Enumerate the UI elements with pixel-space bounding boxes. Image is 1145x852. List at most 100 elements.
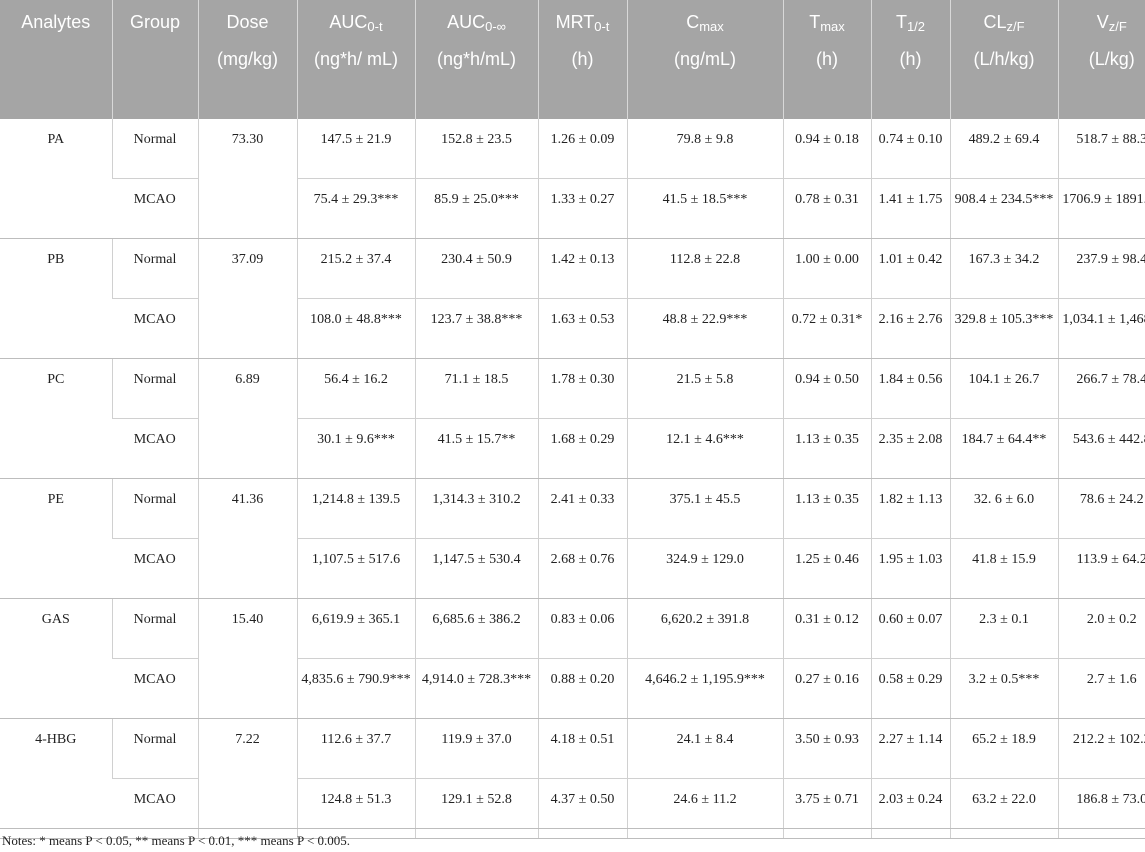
column-header-main: Analytes xyxy=(21,12,91,32)
column-header-main: AUC xyxy=(447,12,486,32)
column-header: Analytes xyxy=(0,0,112,119)
table-header-row: Analytes Group Dose (mg/kg) AUC 0-t (ng*h/ mL)… xyxy=(0,0,1145,119)
value-cell: 1.26 ± 0.09 xyxy=(537,119,627,179)
column-header-unit: (h) xyxy=(571,49,594,69)
value-cell: 75.4 ± 29.3*** xyxy=(296,178,415,239)
value-cell: 0.72 ± 0.31* xyxy=(782,298,871,359)
table-row: PB Normal 37.09 215.2 ± 37.4 230.4 ± 50.9 1.4… xyxy=(0,238,1145,359)
table-bottom-rule xyxy=(0,828,1145,829)
value-cell: 1.68 ± 0.29 xyxy=(537,418,627,479)
column-header-subscript: 0-t xyxy=(594,19,610,34)
value-cell: 4,646.2 ± 1,195.9*** xyxy=(626,658,783,719)
value-cell: 0.60 ± 0.07 xyxy=(870,598,950,659)
table-row: MCAO 124.8 ± 51.3 129.1 ± 52.8 4.37 ± 0.50 2… xyxy=(0,778,1145,839)
group-cell: Normal xyxy=(111,478,198,539)
group-cell: Normal xyxy=(111,718,198,779)
value-cell: 2.27 ± 1.14 xyxy=(870,718,950,779)
value-cell: 1.63 ± 0.53 xyxy=(537,298,627,359)
group-cell: MCAO xyxy=(112,178,198,239)
value-cell: 1.41 ± 1.75 xyxy=(870,178,950,239)
value-cell: 186.8 ± 73.0 xyxy=(1057,778,1145,839)
value-cell: 1.82 ± 1.13 xyxy=(870,478,950,539)
column-header: T1/2 (h) xyxy=(870,0,950,119)
value-cell: 3.2 ± 0.5*** xyxy=(949,658,1058,719)
value-cell: 104.1 ± 26.7 xyxy=(949,358,1058,419)
dose-cell: 37.09 xyxy=(197,238,297,359)
column-header: Group xyxy=(111,0,198,119)
dose-cell: 73.30 xyxy=(197,119,297,239)
value-cell: 71.1 ± 18.5 xyxy=(414,358,538,419)
value-cell: 4.37 ± 0.50 xyxy=(537,778,627,839)
value-cell: 30.1 ± 9.6*** xyxy=(296,418,415,479)
value-cell: 4.18 ± 0.51 xyxy=(537,718,627,779)
value-cell: 543.6 ± 442.8 xyxy=(1057,418,1145,479)
value-cell: 1,034.1 ± 1,468.2 xyxy=(1057,298,1145,359)
column-header-label: T1/2 xyxy=(876,11,946,39)
value-cell: 1.01 ± 0.42 xyxy=(870,238,950,299)
value-cell: 2.16 ± 2.76 xyxy=(870,298,950,359)
column-header-main: Group xyxy=(129,12,181,32)
value-cell: 1.84 ± 0.56 xyxy=(870,358,950,419)
value-cell: 215.2 ± 37.4 xyxy=(296,238,415,299)
analyte-name-cell: PE xyxy=(0,478,112,599)
dose-cell: 6.89 xyxy=(197,358,297,479)
group-cell: MCAO xyxy=(112,658,198,719)
value-cell: 1,147.5 ± 530.4 xyxy=(414,538,538,599)
value-cell: 375.1 ± 45.5 xyxy=(626,478,783,539)
column-header: Vz/F (L/kg) xyxy=(1057,0,1145,119)
value-cell: 41.5 ± 15.7** xyxy=(414,418,538,479)
value-cell: 79.8 ± 9.8 xyxy=(626,119,783,179)
value-cell: 4,914.0 ± 728.3*** xyxy=(414,658,538,719)
value-cell: 212.2 ± 102.2 xyxy=(1057,718,1145,779)
value-cell: 184.7 ± 64.4** xyxy=(949,418,1058,479)
column-header-subscript: max xyxy=(820,19,845,34)
value-cell: 1.13 ± 0.35 xyxy=(782,418,871,479)
column-header-unit: (ng*h/ mL) xyxy=(313,49,399,69)
value-cell: 0.27 ± 0.16 xyxy=(782,658,871,719)
value-cell: 56.4 ± 16.2 xyxy=(296,358,415,419)
table-row: MCAO 108.0 ± 48.8*** 123.7 ± 38.8*** 1.63 ±… xyxy=(0,298,1145,359)
column-header-label: MRT0-t xyxy=(543,11,623,39)
value-cell: 6,619.9 ± 365.1 xyxy=(296,598,415,659)
value-cell: 112.8 ± 22.8 xyxy=(626,238,783,299)
value-cell: 1,107.5 ± 517.6 xyxy=(296,538,415,599)
value-cell: 0.88 ± 0.20 xyxy=(537,658,627,719)
value-cell: 1,214.8 ± 139.5 xyxy=(296,478,415,539)
column-header-label: Group xyxy=(117,11,194,39)
value-cell: 2.68 ± 0.76 xyxy=(537,538,627,599)
value-cell: 78.6 ± 24.2 xyxy=(1057,478,1145,539)
value-cell: 0.94 ± 0.50 xyxy=(782,358,871,419)
value-cell: 63.2 ± 22.0 xyxy=(949,778,1058,839)
value-cell: 1.00 ± 0.00 xyxy=(782,238,871,299)
value-cell: 85.9 ± 25.0*** xyxy=(414,178,538,239)
column-header-label: Tmax xyxy=(788,11,867,39)
column-header-main: Dose xyxy=(226,12,269,32)
column-header-subscript: z/F xyxy=(1108,19,1127,34)
table-notes: Notes: * means P < 0.05, ** means P < 0.… xyxy=(2,833,351,848)
group-cell: Normal xyxy=(111,119,198,179)
column-header-label: Analytes xyxy=(4,11,108,39)
value-cell: 0.31 ± 0.12 xyxy=(782,598,871,659)
table-row: GAS Normal 15.40 6,619.9 ± 365.1 6,685.6 ± 3… xyxy=(0,598,1145,719)
value-cell: 32. 6 ± 6.0 xyxy=(949,478,1058,539)
value-cell: 21.5 ± 5.8 xyxy=(626,358,783,419)
table-row: PE Normal 41.36 1,214.8 ± 139.5 1,314.3 ± 31… xyxy=(0,478,1145,599)
group-cell: Normal xyxy=(111,598,198,659)
column-header: Dose (mg/kg) xyxy=(197,0,297,119)
column-header-main: V xyxy=(1096,12,1109,32)
column-header-unit: (L/h/kg) xyxy=(973,49,1035,69)
value-cell: 152.8 ± 23.5 xyxy=(414,119,538,179)
value-cell: 0.78 ± 0.31 xyxy=(782,178,871,239)
column-header-subscript: z/F xyxy=(1006,19,1025,34)
dose-cell: 41.36 xyxy=(197,478,297,599)
column-header-subscript: 0-∞ xyxy=(485,19,506,34)
value-cell: 123.7 ± 38.8*** xyxy=(414,298,538,359)
pharmacokinetic-table: Analytes Group Dose (mg/kg) AUC 0-t (ng*h/ mL)… xyxy=(0,0,1145,839)
column-header: Cmax (ng/mL) xyxy=(626,0,783,119)
column-header-label: AUC0-∞ xyxy=(420,11,534,39)
value-cell: 0.83 ± 0.06 xyxy=(537,598,627,659)
value-cell: 6,685.6 ± 386.2 xyxy=(414,598,538,659)
value-cell: 2.41 ± 0.33 xyxy=(537,478,627,539)
table-row: MCAO 75.4 ± 29.3*** 85.9 ± 25.0*** 1.33 ± 0… xyxy=(0,178,1145,239)
column-header-unit: (h) xyxy=(899,49,922,69)
